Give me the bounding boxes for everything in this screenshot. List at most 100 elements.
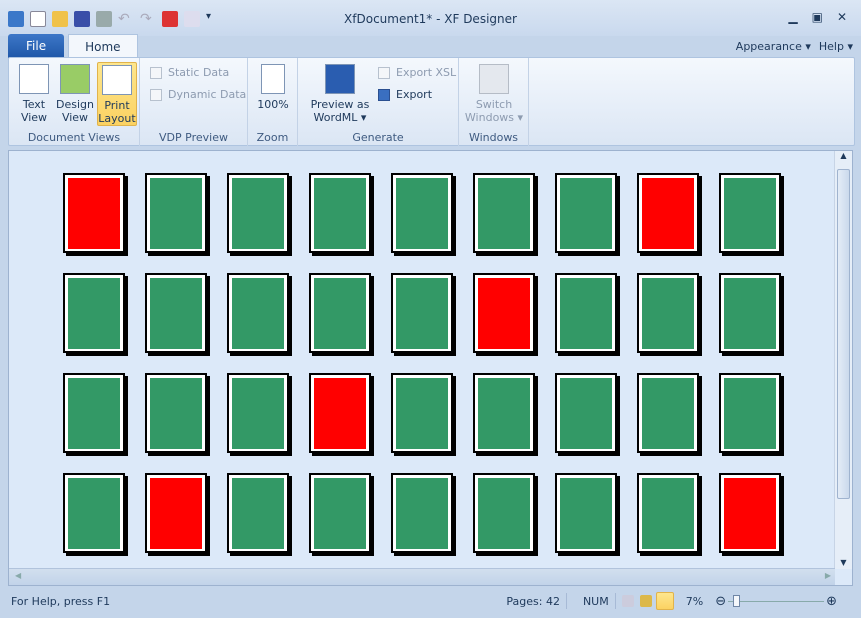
export-label: Export	[396, 88, 433, 101]
page-thumbnail-ok[interactable]	[391, 273, 453, 353]
page-thumbnail-ok[interactable]	[555, 173, 617, 253]
scroll-up-icon[interactable]: ▲	[835, 151, 852, 160]
dynamic-data-checkbox[interactable]: Dynamic Data	[150, 88, 246, 101]
design-view-button[interactable]: Design View	[55, 62, 95, 126]
static-data-label: Static Data	[168, 66, 230, 79]
page-content	[724, 478, 776, 549]
minimize-button[interactable]: ▁	[788, 10, 797, 24]
num-lock-indicator: NUM	[582, 594, 609, 608]
zoom-100-button[interactable]: 100%	[253, 62, 293, 126]
page-thumbnail-ok[interactable]	[145, 273, 207, 353]
page-thumbnail-ok[interactable]	[637, 373, 699, 453]
zoom-in-button[interactable]: ⊕	[826, 594, 837, 609]
design-view-status-icon[interactable]	[639, 595, 652, 607]
vertical-scroll-thumb[interactable]	[837, 169, 850, 499]
page-content	[232, 478, 284, 549]
status-bar: For Help, press F1 Pages: 42 NUM 7% ⊖ ⊕	[8, 590, 855, 612]
zoom-slider-thumb[interactable]	[732, 595, 740, 607]
page-thumbnail-ok[interactable]	[555, 473, 617, 553]
group-label: Document Views	[27, 131, 121, 144]
switch-windows-icon	[479, 64, 509, 94]
page-content	[314, 478, 366, 549]
scroll-left-icon[interactable]: ◀	[15, 571, 21, 580]
page-content	[642, 178, 694, 249]
close-button[interactable]: ✕	[837, 10, 847, 24]
page-thumbnail-error[interactable]	[309, 373, 371, 453]
page-thumbnail-ok[interactable]	[227, 173, 289, 253]
group-windows: Switch Windows ▾ Windows	[459, 58, 529, 146]
page-thumbnail-ok[interactable]	[391, 173, 453, 253]
page-content	[724, 178, 776, 249]
scroll-down-icon[interactable]: ▼	[835, 558, 852, 567]
page-thumbnail-ok[interactable]	[719, 373, 781, 453]
page-thumbnail-error[interactable]	[63, 173, 125, 253]
page-thumbnail-ok[interactable]	[473, 473, 535, 553]
text-view-button[interactable]: Text View	[14, 62, 54, 126]
page-thumbnail-ok[interactable]	[473, 373, 535, 453]
page-thumbnail-ok[interactable]	[145, 373, 207, 453]
page-thumbnail-ok[interactable]	[637, 273, 699, 353]
design-view-label: Design View	[56, 98, 94, 124]
page-thumbnail-ok[interactable]	[63, 473, 125, 553]
export-icon	[378, 88, 390, 101]
page-content	[150, 178, 202, 249]
dynamic-data-label: Dynamic Data	[168, 88, 247, 101]
page-content	[478, 478, 530, 549]
zoom-page-icon	[261, 64, 285, 94]
page-content	[68, 278, 120, 349]
static-data-checkbox[interactable]: Static Data	[150, 66, 229, 79]
page-content	[314, 178, 366, 249]
page-content	[642, 478, 694, 549]
page-thumbnail-ok[interactable]	[227, 473, 289, 553]
page-content	[150, 278, 202, 349]
page-thumbnail-ok[interactable]	[391, 373, 453, 453]
page-thumbnail-ok[interactable]	[555, 273, 617, 353]
page-content	[396, 378, 448, 449]
page-thumbnail-ok[interactable]	[63, 373, 125, 453]
page-content	[68, 178, 120, 249]
help-menu[interactable]: Help ▾	[819, 40, 853, 53]
appearance-menu[interactable]: Appearance ▾	[736, 40, 811, 53]
page-thumbnail-ok[interactable]	[145, 173, 207, 253]
tab-home[interactable]: Home	[68, 34, 138, 58]
page-content	[724, 278, 776, 349]
page-content	[560, 478, 612, 549]
page-thumbnail-error[interactable]	[637, 173, 699, 253]
tab-file[interactable]: File	[8, 34, 65, 58]
preview-wordml-button[interactable]: Preview as WordML ▾	[304, 62, 376, 126]
page-thumbnail-ok[interactable]	[227, 273, 289, 353]
scroll-right-icon[interactable]: ▶	[825, 571, 831, 580]
text-view-status-icon[interactable]	[621, 595, 634, 607]
page-thumbnail-error[interactable]	[473, 273, 535, 353]
page-thumbnail-ok[interactable]	[719, 173, 781, 253]
maximize-button[interactable]: ▣	[812, 10, 823, 24]
export-button[interactable]: Export	[378, 88, 432, 101]
zoom-slider[interactable]	[728, 594, 825, 608]
print-layout-button[interactable]: Print Layout	[97, 62, 137, 126]
page-thumbnail-ok[interactable]	[391, 473, 453, 553]
page-thumbnail-ok[interactable]	[555, 373, 617, 453]
page-thumbnail-error[interactable]	[145, 473, 207, 553]
page-thumbnail-ok[interactable]	[473, 173, 535, 253]
page-thumbnail-error[interactable]	[719, 473, 781, 553]
vertical-scrollbar[interactable]: ▲ ▼	[834, 151, 852, 569]
page-thumbnail-ok[interactable]	[309, 173, 371, 253]
page-thumbnail-ok[interactable]	[309, 273, 371, 353]
page-thumbnail-ok[interactable]	[63, 273, 125, 353]
zoom-out-button[interactable]: ⊖	[715, 594, 726, 609]
print-layout-status-icon[interactable]	[655, 592, 674, 610]
page-thumbnail-ok[interactable]	[719, 273, 781, 353]
export-xsl-button[interactable]: Export XSL	[378, 66, 456, 79]
horizontal-scrollbar[interactable]: ◀ ▶	[9, 568, 835, 585]
page-thumbnail-ok[interactable]	[637, 473, 699, 553]
page-thumbnail-ok[interactable]	[227, 373, 289, 453]
switch-windows-button[interactable]: Switch Windows ▾	[462, 62, 526, 126]
ribbon: Text View Design View Print Layout Docum…	[8, 57, 855, 146]
group-zoom: 100% Zoom	[248, 58, 298, 146]
page-content	[478, 278, 530, 349]
help-text: For Help, press F1	[11, 594, 111, 608]
page-content	[150, 378, 202, 449]
page-thumbnail-ok[interactable]	[309, 473, 371, 553]
pages-count: Pages: 42	[506, 594, 560, 608]
page-content	[396, 178, 448, 249]
